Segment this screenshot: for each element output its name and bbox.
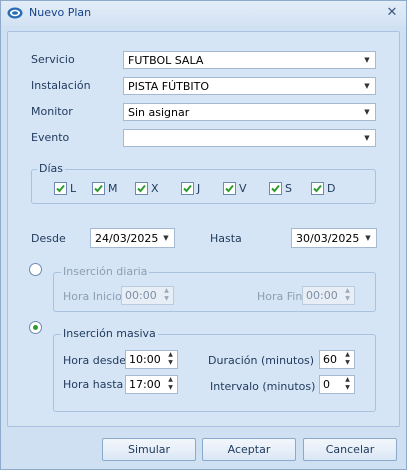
checkmark-icon [137,184,146,193]
hasta-value: 30/03/2025 [296,232,360,245]
spin-up-icon: ▲ [164,287,169,294]
insercion-diaria-title: Inserción diaria [61,265,150,278]
checkbox-s[interactable] [269,182,282,195]
checkbox-l[interactable] [54,182,67,195]
simular-button[interactable]: Simular [102,438,196,461]
checkmark-icon [56,184,65,193]
insercion-masiva-title: Inserción masiva [61,327,158,340]
checkmark-icon [313,184,322,193]
intervalo-spinner[interactable]: 0 ▲ ▼ [319,375,355,394]
checkbox-label-j: J [197,182,201,195]
radio-selected-dot [33,325,38,330]
calendar-dropdown-icon[interactable]: ▼ [159,231,173,245]
dias-group [31,169,376,204]
chevron-down-icon[interactable]: ▼ [360,105,374,119]
hora-inicio-spinner: 00:00 ▲ ▼ [121,286,174,305]
spin-down-icon[interactable]: ▼ [342,359,353,367]
hora-inicio-value: 00:00 [125,289,157,302]
checkbox-label-v: V [239,182,247,195]
chevron-down-icon[interactable]: ▼ [360,79,374,93]
instalacion-select[interactable]: PISTA FÚTBITO ▼ [123,77,376,95]
insercion-masiva-group [53,334,376,412]
hora-hasta-label: Hora hasta [63,378,124,391]
checkbox-d[interactable] [311,182,324,195]
hora-fin-value: 00:00 [306,289,338,302]
hasta-date-picker[interactable]: 30/03/2025 ▼ [291,228,377,248]
calendar-dropdown-icon[interactable]: ▼ [361,231,375,245]
checkmark-icon [271,184,280,193]
spin-down-icon[interactable]: ▼ [165,384,176,392]
spin-up-icon[interactable]: ▲ [342,376,353,384]
checkmark-icon [94,184,103,193]
desde-label: Desde [31,232,66,245]
hora-hasta-value: 17:00 [129,378,161,391]
monitor-label: Monitor [31,105,73,118]
spin-up-icon: ▲ [345,287,350,294]
monitor-value: Sin asignar [128,106,190,119]
insercion-diaria-radio[interactable] [29,263,42,276]
nuevo-plan-dialog: Nuevo Plan ✕ Servicio FUTBOL SALA ▼ Inst… [0,0,407,470]
checkmark-icon [225,184,234,193]
aceptar-button[interactable]: Aceptar [202,438,296,461]
checkbox-label-l: L [70,182,77,195]
dias-title: Días [37,162,65,175]
intervalo-label: Intervalo (minutos) [210,380,316,393]
hora-inicio-label: Hora Inicio [63,290,122,303]
checkbox-label-m: M [108,182,118,195]
spin-down-icon: ▼ [345,295,350,302]
chevron-down-icon[interactable]: ▼ [360,131,374,145]
cancelar-button[interactable]: Cancelar [303,438,397,461]
desde-date-picker[interactable]: 24/03/2025 ▼ [90,228,175,248]
desde-value: 24/03/2025 [95,232,159,245]
title-bar: Nuevo Plan ✕ [1,1,406,26]
evento-select[interactable]: ▼ [123,129,376,147]
duracion-label: Duración (minutos) [208,354,315,367]
window-title: Nuevo Plan [29,6,92,19]
evento-label: Evento [31,131,70,144]
checkbox-label-x: X [151,182,159,195]
checkbox-m[interactable] [92,182,105,195]
intervalo-value: 0 [323,378,330,391]
checkbox-label-d: D [327,182,336,195]
hasta-label: Hasta [210,232,242,245]
hora-hasta-spinner[interactable]: 17:00 ▲ ▼ [125,375,178,394]
hora-desde-value: 10:00 [129,353,161,366]
spin-up-icon[interactable]: ▲ [342,351,353,359]
hora-fin-spinner: 00:00 ▲ ▼ [302,286,355,305]
spin-up-icon[interactable]: ▲ [165,376,176,384]
checkmark-icon [183,184,192,193]
spin-down-icon[interactable]: ▼ [342,384,353,392]
instalacion-value: PISTA FÚTBITO [128,80,210,93]
duracion-spinner[interactable]: 60 ▲ ▼ [319,350,355,369]
chevron-down-icon[interactable]: ▼ [360,53,374,67]
hora-desde-spinner[interactable]: 10:00 ▲ ▼ [125,350,178,369]
checkbox-x[interactable] [135,182,148,195]
duracion-value: 60 [323,353,337,366]
app-logo-icon [7,7,23,19]
spin-up-icon[interactable]: ▲ [165,351,176,359]
servicio-select[interactable]: FUTBOL SALA ▼ [123,51,376,69]
checkbox-label-s: S [285,182,292,195]
monitor-select[interactable]: Sin asignar ▼ [123,103,376,121]
servicio-label: Servicio [31,53,75,66]
checkbox-j[interactable] [181,182,194,195]
hora-fin-label: Hora Fin [257,290,303,303]
servicio-value: FUTBOL SALA [128,54,204,67]
hora-desde-label: Hora desde [63,354,126,367]
spin-down-icon: ▼ [164,295,169,302]
checkbox-v[interactable] [223,182,236,195]
close-icon[interactable]: ✕ [383,4,401,22]
spin-down-icon[interactable]: ▼ [165,359,176,367]
insercion-masiva-radio[interactable] [29,321,42,334]
instalacion-label: Instalación [31,79,91,92]
